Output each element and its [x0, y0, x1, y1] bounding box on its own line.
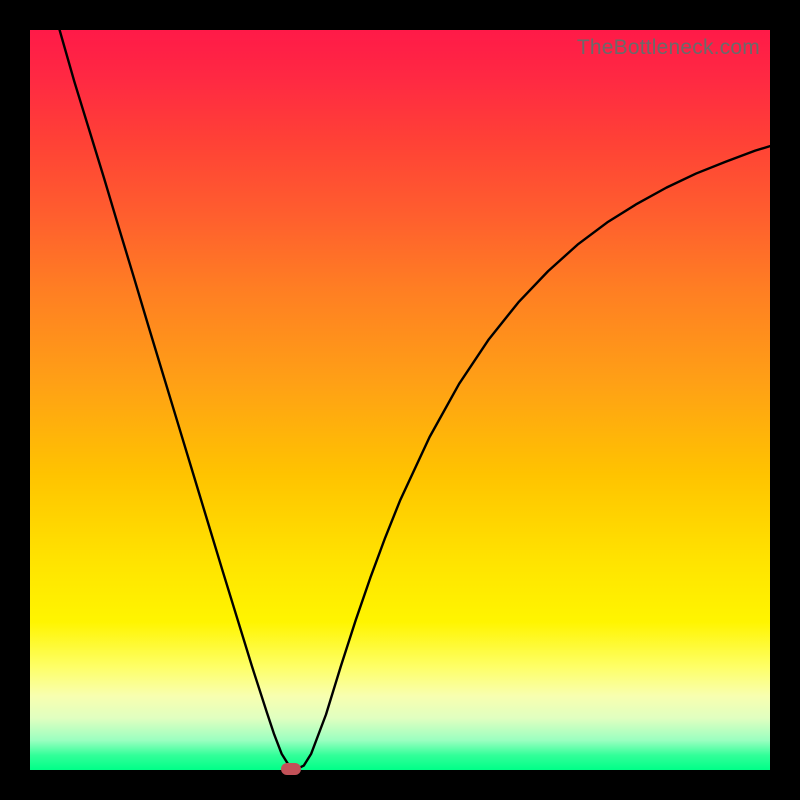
- watermark-text: TheBottleneck.com: [577, 36, 760, 60]
- bottleneck-curve: [30, 30, 770, 770]
- plot-area: TheBottleneck.com: [30, 30, 770, 770]
- chart-frame: TheBottleneck.com: [0, 0, 800, 800]
- optimal-point-marker: [281, 763, 301, 775]
